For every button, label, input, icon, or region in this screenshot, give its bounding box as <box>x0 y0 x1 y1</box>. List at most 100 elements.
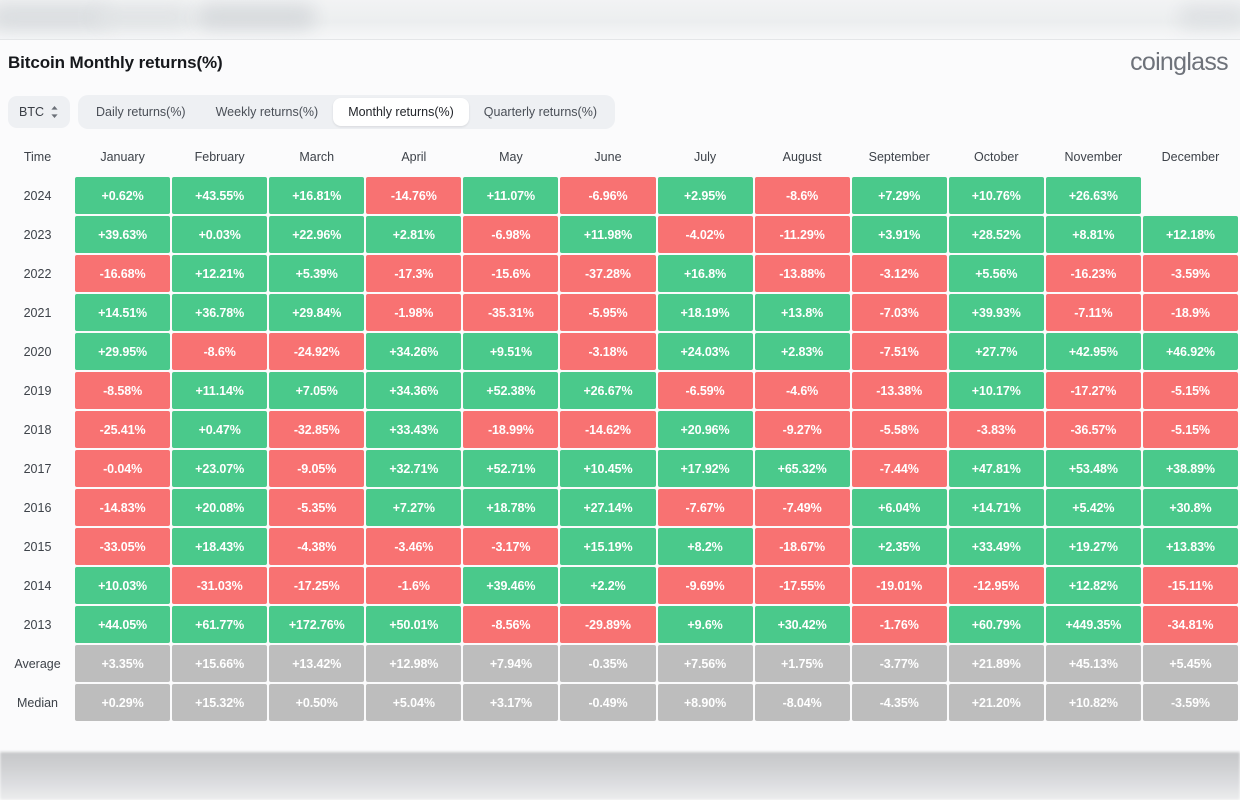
return-cell-2018-may[interactable]: -18.99% <box>463 411 559 448</box>
return-cell-2016-august[interactable]: -7.49% <box>754 489 850 526</box>
return-cell-2015-november[interactable]: +19.27% <box>1045 528 1141 565</box>
return-cell-2013-october[interactable]: +60.79% <box>948 606 1044 643</box>
return-cell-2013-june[interactable]: -29.89% <box>560 606 656 643</box>
return-cell-2022-december[interactable]: -3.59% <box>1142 255 1238 292</box>
return-cell-average-january[interactable]: +3.35% <box>75 645 171 682</box>
return-cell-average-june[interactable]: -0.35% <box>560 645 656 682</box>
return-cell-2020-february[interactable]: -8.6% <box>172 333 268 370</box>
return-cell-2017-may[interactable]: +52.71% <box>463 450 559 487</box>
return-cell-2019-april[interactable]: +34.36% <box>366 372 462 409</box>
tab-monthly-returns[interactable]: Monthly returns(%) <box>333 98 469 126</box>
return-cell-2019-january[interactable]: -8.58% <box>75 372 171 409</box>
coin-selector[interactable]: BTC <box>8 96 70 128</box>
return-cell-2014-march[interactable]: -17.25% <box>269 567 365 604</box>
return-cell-2023-february[interactable]: +0.03% <box>172 216 268 253</box>
return-cell-2024-september[interactable]: +7.29% <box>851 177 947 214</box>
return-cell-2018-march[interactable]: -32.85% <box>269 411 365 448</box>
return-cell-2020-june[interactable]: -3.18% <box>560 333 656 370</box>
return-cell-2019-august[interactable]: -4.6% <box>754 372 850 409</box>
return-cell-2013-november[interactable]: +449.35% <box>1045 606 1141 643</box>
return-cell-2015-june[interactable]: +15.19% <box>560 528 656 565</box>
return-cell-2018-december[interactable]: -5.15% <box>1142 411 1238 448</box>
return-cell-2014-april[interactable]: -1.6% <box>366 567 462 604</box>
return-cell-2016-may[interactable]: +18.78% <box>463 489 559 526</box>
return-cell-average-april[interactable]: +12.98% <box>366 645 462 682</box>
return-cell-2024-july[interactable]: +2.95% <box>657 177 753 214</box>
return-cell-average-november[interactable]: +45.13% <box>1045 645 1141 682</box>
return-cell-2016-july[interactable]: -7.67% <box>657 489 753 526</box>
return-cell-average-july[interactable]: +7.56% <box>657 645 753 682</box>
return-cell-2018-april[interactable]: +33.43% <box>366 411 462 448</box>
return-cell-median-july[interactable]: +8.90% <box>657 684 753 721</box>
return-cell-2016-april[interactable]: +7.27% <box>366 489 462 526</box>
return-cell-average-september[interactable]: -3.77% <box>851 645 947 682</box>
return-cell-2016-march[interactable]: -5.35% <box>269 489 365 526</box>
return-cell-2015-february[interactable]: +18.43% <box>172 528 268 565</box>
return-cell-2013-april[interactable]: +50.01% <box>366 606 462 643</box>
return-cell-2019-june[interactable]: +26.67% <box>560 372 656 409</box>
return-cell-2013-may[interactable]: -8.56% <box>463 606 559 643</box>
return-cell-2014-october[interactable]: -12.95% <box>948 567 1044 604</box>
return-cell-2013-september[interactable]: -1.76% <box>851 606 947 643</box>
return-cell-2015-may[interactable]: -3.17% <box>463 528 559 565</box>
return-cell-2024-june[interactable]: -6.96% <box>560 177 656 214</box>
return-cell-2015-march[interactable]: -4.38% <box>269 528 365 565</box>
return-cell-2020-march[interactable]: -24.92% <box>269 333 365 370</box>
return-cell-median-november[interactable]: +10.82% <box>1045 684 1141 721</box>
tab-weekly-returns[interactable]: Weekly returns(%) <box>201 98 334 126</box>
return-cell-2016-june[interactable]: +27.14% <box>560 489 656 526</box>
return-cell-2018-august[interactable]: -9.27% <box>754 411 850 448</box>
return-cell-2019-may[interactable]: +52.38% <box>463 372 559 409</box>
return-cell-2023-october[interactable]: +28.52% <box>948 216 1044 253</box>
return-cell-2020-january[interactable]: +29.95% <box>75 333 171 370</box>
return-cell-average-august[interactable]: +1.75% <box>754 645 850 682</box>
return-cell-2021-april[interactable]: -1.98% <box>366 294 462 331</box>
return-cell-median-march[interactable]: +0.50% <box>269 684 365 721</box>
return-cell-2022-february[interactable]: +12.21% <box>172 255 268 292</box>
return-cell-average-december[interactable]: +5.45% <box>1142 645 1238 682</box>
return-cell-2020-april[interactable]: +34.26% <box>366 333 462 370</box>
return-cell-2020-september[interactable]: -7.51% <box>851 333 947 370</box>
tab-quarterly-returns[interactable]: Quarterly returns(%) <box>469 98 612 126</box>
return-cell-median-february[interactable]: +15.32% <box>172 684 268 721</box>
return-cell-2021-october[interactable]: +39.93% <box>948 294 1044 331</box>
return-cell-2016-february[interactable]: +20.08% <box>172 489 268 526</box>
return-cell-2015-january[interactable]: -33.05% <box>75 528 171 565</box>
return-cell-2023-september[interactable]: +3.91% <box>851 216 947 253</box>
return-cell-2014-july[interactable]: -9.69% <box>657 567 753 604</box>
return-cell-2019-november[interactable]: -17.27% <box>1045 372 1141 409</box>
return-cell-median-january[interactable]: +0.29% <box>75 684 171 721</box>
return-cell-2013-december[interactable]: -34.81% <box>1142 606 1238 643</box>
return-cell-2023-may[interactable]: -6.98% <box>463 216 559 253</box>
return-cell-2022-october[interactable]: +5.56% <box>948 255 1044 292</box>
return-cell-2022-january[interactable]: -16.68% <box>75 255 171 292</box>
return-cell-median-october[interactable]: +21.20% <box>948 684 1044 721</box>
return-cell-2016-september[interactable]: +6.04% <box>851 489 947 526</box>
return-cell-2019-october[interactable]: +10.17% <box>948 372 1044 409</box>
return-cell-2024-april[interactable]: -14.76% <box>366 177 462 214</box>
return-cell-2016-october[interactable]: +14.71% <box>948 489 1044 526</box>
return-cell-2017-april[interactable]: +32.71% <box>366 450 462 487</box>
return-cell-2020-may[interactable]: +9.51% <box>463 333 559 370</box>
return-cell-2020-november[interactable]: +42.95% <box>1045 333 1141 370</box>
return-cell-2021-august[interactable]: +13.8% <box>754 294 850 331</box>
return-cell-2013-march[interactable]: +172.76% <box>269 606 365 643</box>
return-cell-2017-october[interactable]: +47.81% <box>948 450 1044 487</box>
return-cell-median-june[interactable]: -0.49% <box>560 684 656 721</box>
return-cell-2021-may[interactable]: -35.31% <box>463 294 559 331</box>
return-cell-2013-february[interactable]: +61.77% <box>172 606 268 643</box>
return-cell-2023-march[interactable]: +22.96% <box>269 216 365 253</box>
return-cell-2024-january[interactable]: +0.62% <box>75 177 171 214</box>
return-cell-average-october[interactable]: +21.89% <box>948 645 1044 682</box>
return-cell-2019-september[interactable]: -13.38% <box>851 372 947 409</box>
return-cell-2015-july[interactable]: +8.2% <box>657 528 753 565</box>
return-cell-2019-december[interactable]: -5.15% <box>1142 372 1238 409</box>
return-cell-2017-march[interactable]: -9.05% <box>269 450 365 487</box>
return-cell-2014-may[interactable]: +39.46% <box>463 567 559 604</box>
return-cell-2016-december[interactable]: +30.8% <box>1142 489 1238 526</box>
return-cell-2021-december[interactable]: -18.9% <box>1142 294 1238 331</box>
tab-daily-returns[interactable]: Daily returns(%) <box>81 98 201 126</box>
return-cell-2014-september[interactable]: -19.01% <box>851 567 947 604</box>
return-cell-2015-april[interactable]: -3.46% <box>366 528 462 565</box>
return-cell-2013-july[interactable]: +9.6% <box>657 606 753 643</box>
